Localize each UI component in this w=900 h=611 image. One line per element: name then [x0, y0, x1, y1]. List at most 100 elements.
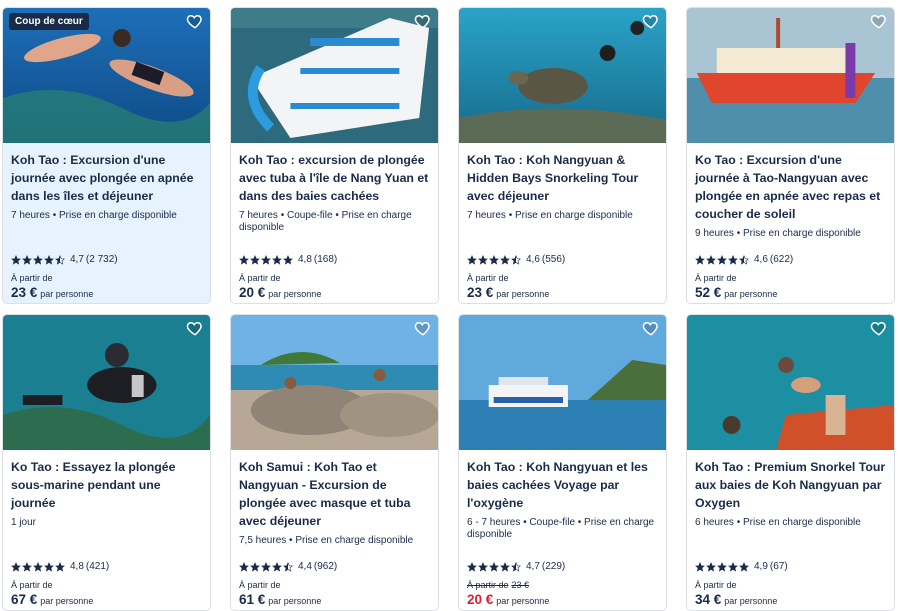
per-person-label: par personne: [496, 596, 550, 606]
per-person-label: par personne: [40, 289, 94, 299]
activity-card[interactable]: Koh Tao : Koh Nangyuan et les baies cach…: [458, 314, 667, 611]
activity-meta: 9 heures • Prise en charge disponible: [695, 228, 861, 239]
star-rating-icon: [695, 561, 749, 572]
from-text: À partir de: [11, 580, 53, 590]
price-from-label: À partir de: [239, 273, 281, 283]
per-person-label: par personne: [496, 289, 550, 299]
activity-card[interactable]: Koh Tao : Premium Snorkel Tour aux baies…: [686, 314, 895, 611]
rating: 4,9 (67): [695, 561, 788, 572]
rating: 4,8 (421): [11, 561, 109, 572]
activity-meta: 1 jour: [11, 517, 37, 528]
per-person-label: par personne: [268, 289, 322, 299]
activity-title[interactable]: Koh Tao : Koh Nangyuan et les baies cach…: [467, 458, 658, 512]
activity-meta: 7 heures • Prise en charge disponible: [11, 210, 177, 221]
activity-meta: 7,5 heures • Prise en charge disponible: [239, 535, 414, 546]
activity-card[interactable]: Koh Tao : excursion de plongée avec tuba…: [230, 7, 439, 304]
activity-title[interactable]: Koh Tao : Excursion d'une journée avec p…: [11, 151, 202, 205]
price-from-label: À partir de: [11, 580, 53, 590]
activity-card[interactable]: Ko Tao : Essayez la plongée sous-marine …: [2, 314, 211, 611]
from-text: À partir de: [695, 273, 737, 283]
per-person-label: par personne: [724, 596, 778, 606]
review-count: (2 732): [85, 254, 118, 265]
star-rating-icon: [239, 561, 293, 572]
rating: 4,8 (168): [239, 254, 337, 265]
from-text: À partir de: [239, 273, 281, 283]
from-text: À partir de: [695, 580, 737, 590]
star-rating-icon: [695, 254, 749, 265]
price-from-label: À partir de 23 €: [467, 580, 529, 590]
rating-value: 4,8: [298, 254, 312, 265]
activity-photo[interactable]: [687, 315, 894, 450]
activity-meta: 6 heures • Prise en charge disponible: [695, 517, 861, 528]
top-pick-badge: Coup de cœur: [9, 13, 89, 30]
price: 20 € par personne: [239, 285, 321, 300]
activity-card[interactable]: Ko Tao : Excursion d'une journée à Tao-N…: [686, 7, 895, 304]
from-text: À partir de: [467, 580, 509, 590]
price-value: 61 €: [239, 592, 266, 607]
activity-title[interactable]: Koh Tao : Premium Snorkel Tour aux baies…: [695, 458, 886, 512]
activity-title[interactable]: Koh Tao : Koh Nangyuan & Hidden Bays Sno…: [467, 151, 658, 205]
review-count: (67): [769, 561, 788, 572]
rating-value: 4,7: [526, 561, 540, 572]
star-rating-icon: [11, 561, 65, 572]
activity-title[interactable]: Koh Samui : Koh Tao et Nangyuan - Excurs…: [239, 458, 430, 530]
price: 23 € par personne: [11, 285, 93, 300]
original-price: 23 €: [511, 580, 530, 590]
activity-meta: 6 - 7 heures • Coupe-file • Prise en cha…: [467, 517, 655, 540]
activity-card[interactable]: Koh Samui : Koh Tao et Nangyuan - Excurs…: [230, 314, 439, 611]
price-from-label: À partir de: [239, 580, 281, 590]
from-text: À partir de: [467, 273, 509, 283]
rating-value: 4,8: [70, 561, 84, 572]
activity-photo[interactable]: [231, 315, 438, 450]
star-rating-icon: [11, 254, 65, 265]
star-rating-icon: [239, 254, 293, 265]
price-value: 23 €: [11, 285, 38, 300]
review-count: (556): [541, 254, 566, 265]
price-from-label: À partir de: [467, 273, 509, 283]
price: 20 € par personne: [467, 592, 549, 607]
price-from-label: À partir de: [11, 273, 53, 283]
price-from-label: À partir de: [695, 580, 737, 590]
activity-meta: 7 heures • Coupe-file • Prise en charge …: [239, 210, 412, 233]
review-count: (421): [85, 561, 110, 572]
activity-title[interactable]: Koh Tao : excursion de plongée avec tuba…: [239, 151, 430, 205]
activity-meta: 7 heures • Prise en charge disponible: [467, 210, 633, 221]
price-value: 34 €: [695, 592, 722, 607]
rating-value: 4,4: [298, 561, 312, 572]
price-value: 67 €: [11, 592, 38, 607]
review-count: (622): [769, 254, 794, 265]
review-count: (962): [313, 561, 338, 572]
per-person-label: par personne: [268, 596, 322, 606]
from-text: À partir de: [11, 273, 53, 283]
price-value: 20 €: [239, 285, 266, 300]
activity-photo[interactable]: [459, 8, 666, 143]
price: 67 € par personne: [11, 592, 93, 607]
activity-photo[interactable]: [231, 8, 438, 143]
activity-photo[interactable]: Coup de cœur: [3, 8, 210, 143]
per-person-label: par personne: [40, 596, 94, 606]
price: 61 € par personne: [239, 592, 321, 607]
activity-title[interactable]: Ko Tao : Excursion d'une journée à Tao-N…: [695, 151, 886, 223]
activity-photo[interactable]: [3, 315, 210, 450]
rating: 4,7 (2 732): [11, 254, 118, 265]
rating: 4,4 (962): [239, 561, 337, 572]
price: 52 € par personne: [695, 285, 777, 300]
rating-value: 4,9: [754, 561, 768, 572]
activity-card[interactable]: Coup de cœur Koh Tao : Excursion d'une jo…: [2, 7, 211, 304]
star-rating-icon: [467, 254, 521, 265]
rating: 4,7 (229): [467, 561, 565, 572]
review-count: (168): [313, 254, 338, 265]
star-rating-icon: [467, 561, 521, 572]
price-from-label: À partir de: [695, 273, 737, 283]
price-value: 23 €: [467, 285, 494, 300]
activity-card[interactable]: Koh Tao : Koh Nangyuan & Hidden Bays Sno…: [458, 7, 667, 304]
activity-photo[interactable]: [687, 8, 894, 143]
activity-title[interactable]: Ko Tao : Essayez la plongée sous-marine …: [11, 458, 202, 512]
price-value: 20 €: [467, 592, 494, 607]
rating: 4,6 (556): [467, 254, 565, 265]
activity-photo[interactable]: [459, 315, 666, 450]
price: 34 € par personne: [695, 592, 777, 607]
per-person-label: par personne: [724, 289, 778, 299]
rating-value: 4,6: [754, 254, 768, 265]
rating-value: 4,7: [70, 254, 84, 265]
